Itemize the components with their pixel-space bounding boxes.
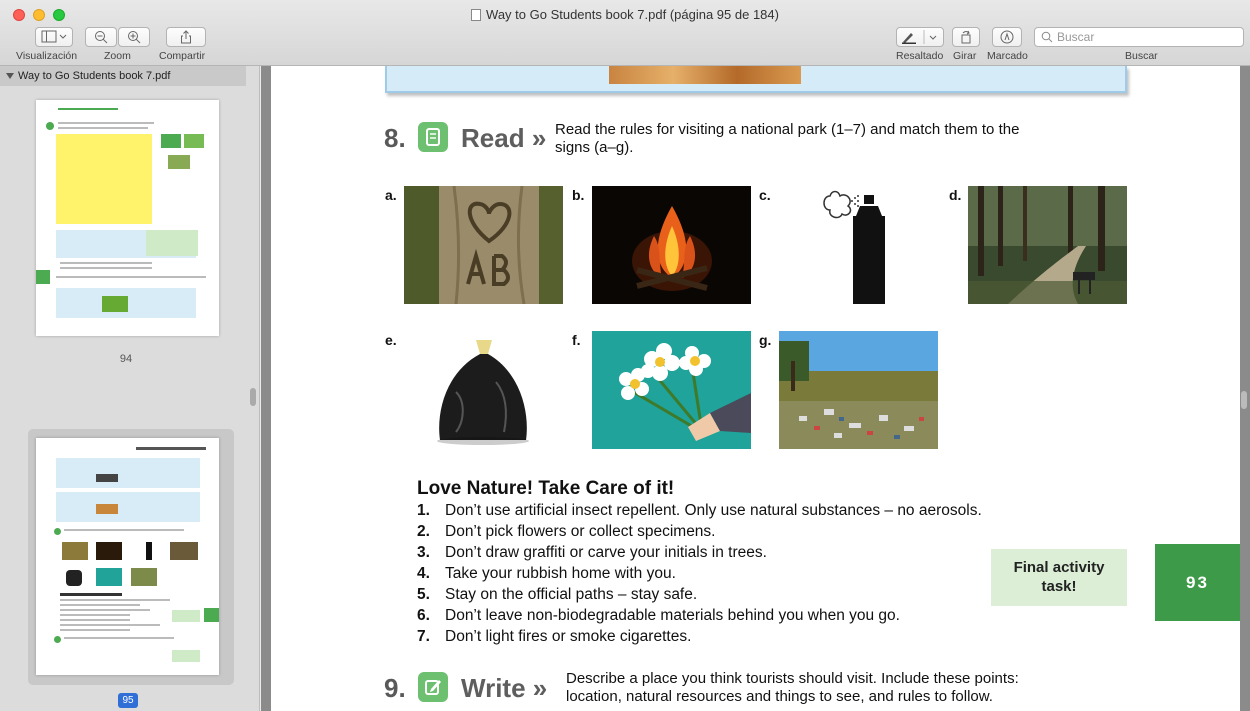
thumbnail-sidebar: Way to Go Students book 7.pdf 94 95: [0, 66, 260, 711]
sidebar-document-header[interactable]: Way to Go Students book 7.pdf: [0, 66, 246, 86]
view-label: Visualización: [16, 50, 78, 62]
sign-a-carved-tree-image: [404, 186, 563, 304]
exercise-9-number: 9.: [384, 673, 406, 703]
sign-letter-d: d.: [949, 187, 962, 203]
search-icon: [1041, 31, 1053, 43]
sign-letter-c: c.: [759, 187, 771, 203]
preview-window: Way to Go Students book 7.pdf (página 95…: [0, 0, 1250, 711]
rule-3: 3. Don’t draw graffiti or carve your init…: [417, 544, 767, 561]
view-menu-button[interactable]: [35, 27, 73, 47]
exercise-9-title: Write »: [461, 673, 548, 703]
share-button[interactable]: [166, 27, 206, 47]
page-number-95-selected[interactable]: 95: [118, 693, 138, 708]
zoom-out-button[interactable]: [85, 27, 117, 47]
rotate-label: Girar: [953, 50, 977, 62]
share-label: Compartir: [159, 50, 206, 62]
sign-b-campfire-image: [592, 186, 751, 304]
sign-c-aerosol-can-icon: [820, 186, 890, 304]
sign-e-rubbish-bag-image: [426, 332, 541, 447]
sign-letter-f: f.: [572, 332, 581, 348]
page-number-tab: 93: [1155, 544, 1240, 621]
rotate-button[interactable]: [952, 27, 980, 47]
sidebar-toggle-icon: [41, 30, 67, 43]
share-icon: [181, 30, 191, 44]
page-thumbnail-94[interactable]: [36, 100, 219, 336]
zoom-in-button[interactable]: [118, 27, 150, 47]
search-placeholder: Buscar: [1057, 30, 1095, 44]
rule-1: 1. Don’t use artificial insect repellent.…: [417, 502, 982, 519]
highlight-button[interactable]: [896, 27, 944, 47]
sign-g-litter-field-image: [779, 331, 938, 449]
highlight-label: Resaltado: [896, 50, 944, 62]
exercise-9-instruction: Describe a place you think tourists shou…: [566, 670, 1019, 705]
sign-f-hand-flowers-image: [592, 331, 751, 449]
rule-2: 2. Don’t pick flowers or collect specimen…: [417, 523, 716, 540]
previous-exercise-image: [609, 66, 801, 84]
zoom-out-icon: [95, 31, 108, 44]
markup-button[interactable]: [992, 27, 1022, 47]
highlighter-pen-icon: [902, 30, 937, 44]
rule-7: 7. Don’t light fires or smoke cigarettes.: [417, 628, 692, 645]
toolbar: Way to Go Students book 7.pdf (página 95…: [0, 0, 1250, 66]
sign-d-forest-path-image: [968, 186, 1127, 304]
sidebar-document-name: Way to Go Students book 7.pdf: [18, 70, 171, 82]
markup-pen-icon: [1000, 30, 1014, 44]
zoom-in-icon: [128, 31, 141, 44]
markup-label: Marcado: [987, 50, 1028, 62]
pdf-document-icon: [471, 9, 482, 21]
search-input[interactable]: Buscar: [1034, 27, 1244, 47]
exercise-8-title: Read »: [461, 123, 547, 153]
page-thumbnail-95[interactable]: [36, 438, 219, 675]
sign-letter-b: b.: [572, 187, 585, 203]
document-view[interactable]: 8. Read » Read the rules for visiting a …: [261, 66, 1250, 711]
sign-letter-a: a.: [385, 187, 397, 203]
exercise-8-number: 8.: [384, 123, 406, 153]
rules-title: Love Nature! Take Care of it!: [417, 478, 675, 499]
pdf-page: 8. Read » Read the rules for visiting a …: [271, 66, 1240, 711]
window-title: Way to Go Students book 7.pdf (página 95…: [0, 7, 1250, 22]
read-book-icon: [418, 122, 448, 152]
exercise-8-instruction: Read the rules for visiting a national p…: [555, 121, 1020, 156]
write-pencil-icon: [418, 672, 448, 702]
sidebar-scrollbar[interactable]: [250, 388, 256, 406]
page-number-94: 94: [119, 353, 133, 365]
rotate-icon: [961, 30, 971, 44]
search-label: Buscar: [1125, 50, 1158, 62]
previous-exercise-box: [385, 66, 1127, 93]
disclosure-triangle-icon[interactable]: [6, 73, 14, 79]
document-scrollbar[interactable]: [1241, 391, 1247, 409]
rule-4: 4. Take your rubbish home with you.: [417, 565, 676, 582]
rule-5: 5. Stay on the official paths – stay safe…: [417, 586, 698, 603]
rule-6: 6. Don’t leave non-biodegradable material…: [417, 607, 900, 624]
zoom-label: Zoom: [104, 50, 131, 62]
final-activity-task-box: Final activity task!: [991, 549, 1127, 606]
sign-letter-g: g.: [759, 332, 772, 348]
sign-letter-e: e.: [385, 332, 397, 348]
